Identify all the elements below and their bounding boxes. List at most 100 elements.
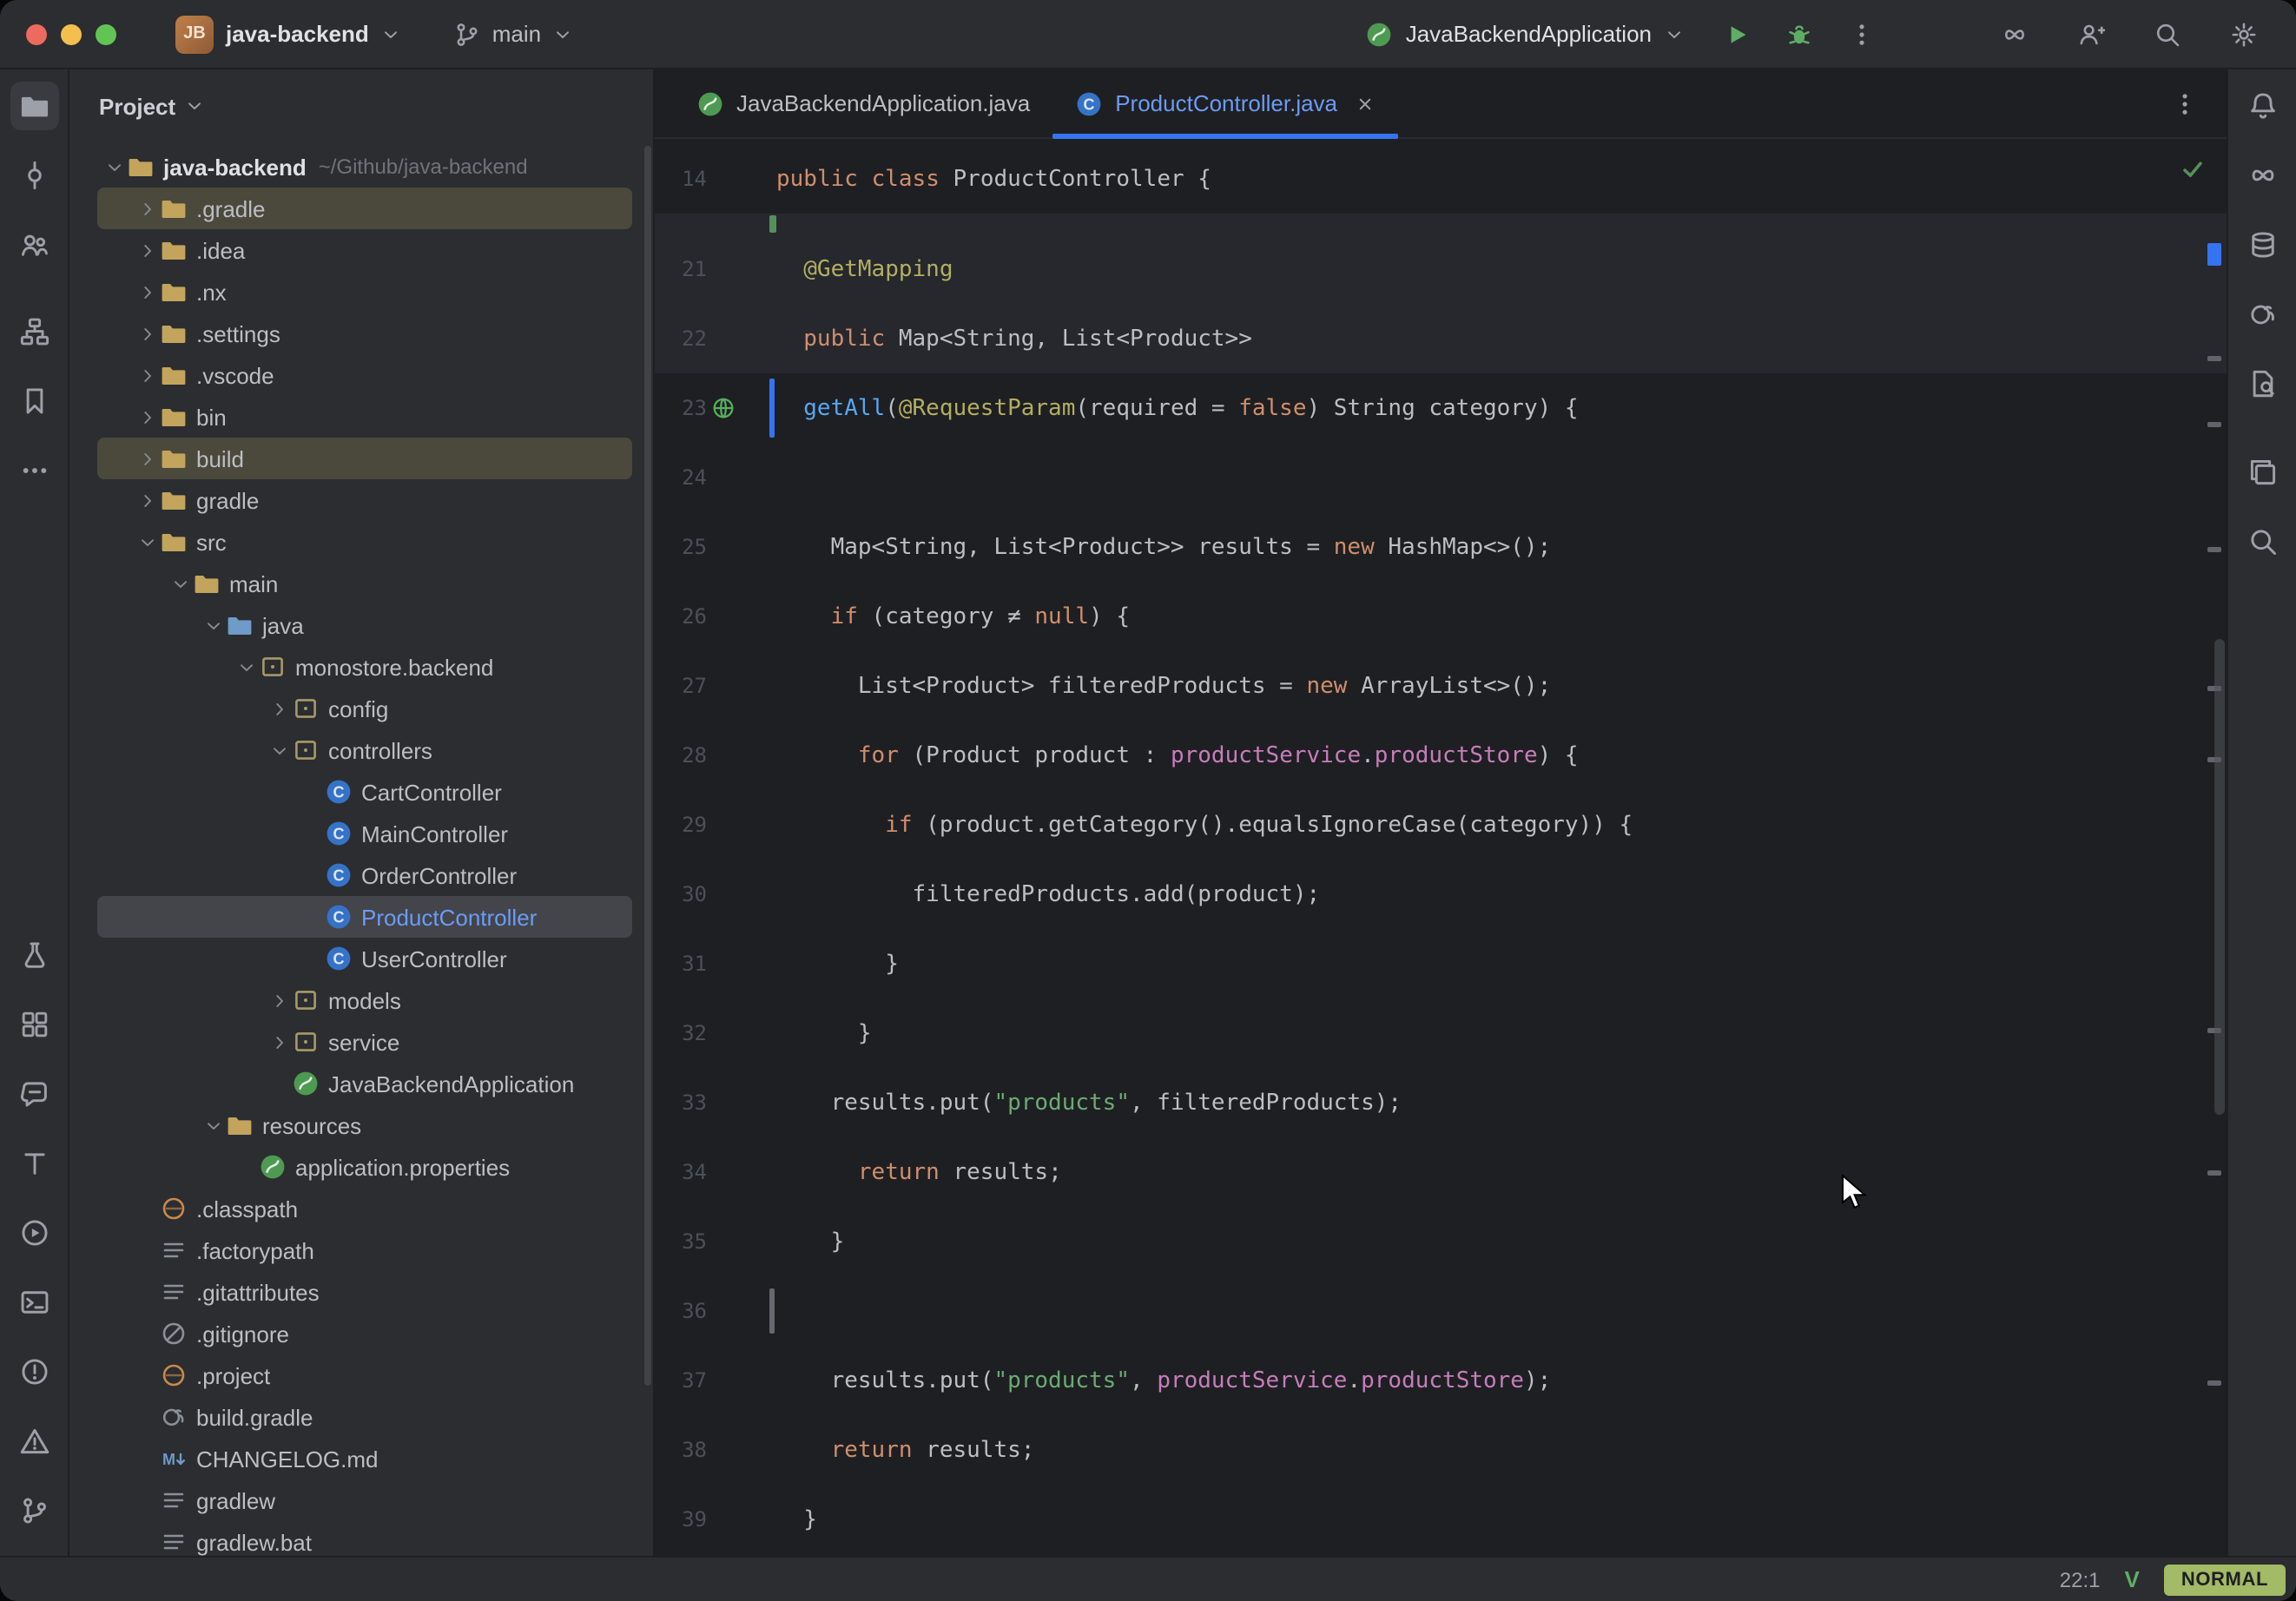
- tabs-more-button[interactable]: [2164, 82, 2206, 124]
- tree-scrollbar[interactable]: [644, 146, 651, 1386]
- chevron-right-icon[interactable]: [137, 198, 158, 219]
- code-line-14[interactable]: 14public class ProductController {: [655, 144, 2227, 214]
- line-number[interactable]: 29: [655, 813, 707, 837]
- line-number[interactable]: 14: [655, 167, 707, 191]
- tool-notifications-button[interactable]: [2238, 82, 2286, 130]
- code-line-38[interactable]: 38return results;: [655, 1415, 2227, 1485]
- tree-item-.gitignore[interactable]: .gitignore: [97, 1313, 632, 1354]
- chevron-down-icon[interactable]: [236, 656, 257, 677]
- tree-item-.nx[interactable]: .nx: [97, 271, 632, 313]
- tree-item-resources[interactable]: resources: [97, 1104, 632, 1146]
- tool-terminal-button[interactable]: [10, 1278, 58, 1327]
- code-line-21[interactable]: 21@GetMapping: [655, 234, 2227, 304]
- tool-bookmarks-button[interactable]: [10, 377, 58, 425]
- code-line-26[interactable]: 26if (category ≠ null) {: [655, 582, 2227, 651]
- code-line-23[interactable]: 23getAll(@RequestParam(required = false)…: [655, 373, 2227, 443]
- line-number[interactable]: 39: [655, 1507, 707, 1532]
- chevron-down-icon[interactable]: [170, 573, 191, 594]
- tree-item-MainController[interactable]: CMainController: [97, 813, 632, 854]
- chevron-right-icon[interactable]: [137, 281, 158, 302]
- tree-item-JavaBackendApplication[interactable]: JavaBackendApplication: [97, 1063, 632, 1104]
- tool-database-button[interactable]: [2238, 221, 2286, 269]
- tree-item-UserController[interactable]: CUserController: [97, 938, 632, 979]
- caret-position[interactable]: 22:1: [2060, 1567, 2101, 1591]
- chevron-right-icon[interactable]: [137, 240, 158, 260]
- line-number[interactable]: 31: [655, 952, 707, 976]
- minimize-button[interactable]: [61, 23, 82, 44]
- line-number[interactable]: 22: [655, 326, 707, 351]
- line-number[interactable]: 23: [655, 396, 707, 420]
- tree-item-.factorypath[interactable]: .factorypath: [97, 1229, 632, 1271]
- tool-more-tools-button[interactable]: [10, 446, 58, 495]
- chevron-right-icon[interactable]: [137, 323, 158, 344]
- tree-item-.classpath[interactable]: .classpath: [97, 1188, 632, 1229]
- tree-item-.vscode[interactable]: .vscode: [97, 354, 632, 396]
- tree-item-CartController[interactable]: CCartController: [97, 771, 632, 813]
- add-user-button[interactable]: [2067, 10, 2115, 58]
- tool-layers-button[interactable]: [2238, 448, 2286, 497]
- tool-find-button[interactable]: [2238, 517, 2286, 566]
- tree-item-.settings[interactable]: .settings: [97, 313, 632, 354]
- chevron-down-icon[interactable]: [137, 531, 158, 552]
- line-number[interactable]: 35: [655, 1229, 707, 1254]
- tool-todo-button[interactable]: [10, 1139, 58, 1188]
- editor-tab-ProductController.java[interactable]: CProductController.java: [1052, 69, 1398, 137]
- tree-item-gradle[interactable]: gradle: [97, 479, 632, 521]
- tool-ai-chat-button[interactable]: [10, 1070, 58, 1118]
- folded-region-gap[interactable]: [655, 214, 2227, 234]
- code-line-29[interactable]: 29if (product.getCategory().equalsIgnore…: [655, 790, 2227, 860]
- tree-item-ProductController[interactable]: CProductController: [97, 896, 632, 938]
- branch-selector[interactable]: main: [454, 20, 572, 48]
- code-line-25[interactable]: 25Map<String, List<Product>> results = n…: [655, 512, 2227, 582]
- code-line-27[interactable]: 27List<Product> filteredProducts = new A…: [655, 651, 2227, 721]
- line-number[interactable]: 37: [655, 1368, 707, 1393]
- code-line-22[interactable]: 22public Map<String, List<Product>>: [655, 304, 2227, 373]
- chevron-down-icon[interactable]: [184, 96, 205, 116]
- chevron-down-icon[interactable]: [203, 1115, 224, 1136]
- editor-tab-JavaBackendApplication.java[interactable]: JavaBackendApplication.java: [674, 69, 1052, 137]
- line-number[interactable]: 28: [655, 743, 707, 768]
- tool-alerts-button[interactable]: [10, 1417, 58, 1466]
- settings-button[interactable]: [2220, 10, 2268, 58]
- line-number[interactable]: 24: [655, 465, 707, 490]
- chevron-right-icon[interactable]: [137, 448, 158, 469]
- tool-project-button[interactable]: [10, 82, 58, 130]
- code-line-32[interactable]: 32}: [655, 998, 2227, 1068]
- tool-services-button[interactable]: [10, 1209, 58, 1257]
- tool-ai-assistant-button[interactable]: [2238, 151, 2286, 200]
- close-button[interactable]: [26, 23, 47, 44]
- editor-scrollbar[interactable]: [2214, 639, 2225, 1115]
- code-editor[interactable]: 14public class ProductController { 21@Get…: [655, 139, 2227, 1556]
- chevron-right-icon[interactable]: [137, 365, 158, 385]
- tree-item-build.gradle[interactable]: build.gradle: [97, 1396, 632, 1438]
- inspections-ok-icon[interactable]: [2180, 156, 2206, 182]
- code-line-24[interactable]: 24: [655, 443, 2227, 512]
- chevron-right-icon[interactable]: [269, 990, 290, 1011]
- line-number[interactable]: 27: [655, 674, 707, 698]
- tool-documentation-button[interactable]: [2238, 359, 2286, 408]
- code-line-28[interactable]: 28for (Product product : productService.…: [655, 721, 2227, 790]
- more-actions-button[interactable]: [1837, 10, 1886, 58]
- tree-item-CHANGELOG.md[interactable]: MCHANGELOG.md: [97, 1438, 632, 1479]
- vim-mode-badge[interactable]: NORMAL: [2164, 1564, 2286, 1595]
- code-line-34[interactable]: 34return results;: [655, 1137, 2227, 1207]
- tree-item-application.properties[interactable]: application.properties: [97, 1146, 632, 1188]
- tree-item-java[interactable]: java: [97, 604, 632, 646]
- code-line-36[interactable]: 36: [655, 1276, 2227, 1346]
- code-line-31[interactable]: 31}: [655, 929, 2227, 998]
- line-number[interactable]: 32: [655, 1021, 707, 1045]
- tree-item-.gradle[interactable]: .gradle: [97, 188, 632, 229]
- tool-problems-button[interactable]: [10, 1347, 58, 1396]
- line-number[interactable]: 30: [655, 882, 707, 906]
- tree-item-monostore.backend[interactable]: monostore.backend: [97, 646, 632, 688]
- chevron-down-icon[interactable]: [203, 615, 224, 636]
- code-line-33[interactable]: 33results.put("products", filteredProduc…: [655, 1068, 2227, 1137]
- tree-item-.idea[interactable]: .idea: [97, 229, 632, 271]
- search-everywhere-button[interactable]: [2143, 10, 2192, 58]
- tree-item-bin[interactable]: bin: [97, 396, 632, 438]
- tool-gradle-button[interactable]: [2238, 290, 2286, 339]
- tree-item-service[interactable]: service: [97, 1021, 632, 1063]
- code-line-30[interactable]: 30filteredProducts.add(product);: [655, 860, 2227, 929]
- code-line-39[interactable]: 39}: [655, 1485, 2227, 1554]
- code-line-37[interactable]: 37results.put("products", productService…: [655, 1346, 2227, 1415]
